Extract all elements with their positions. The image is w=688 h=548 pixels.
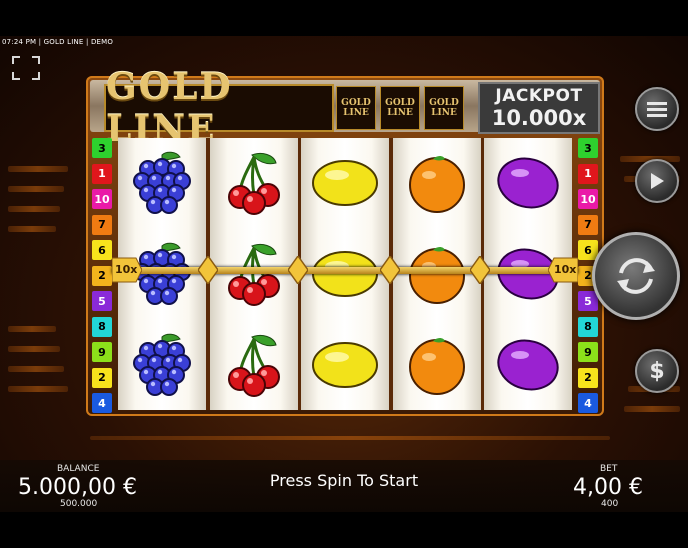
payline-number: 9 — [92, 342, 112, 362]
lemon-icon — [301, 229, 389, 319]
balance-credits: 500.000 — [60, 499, 98, 509]
autoplay-button[interactable] — [635, 159, 679, 203]
payline-number: 8 — [92, 316, 112, 337]
payline-number: 1 — [92, 163, 112, 184]
multiplier-cap-label: 10x — [554, 263, 577, 276]
payline-number: 10 — [578, 189, 598, 209]
payline-number: 2 — [92, 265, 112, 286]
mini-logo: GOLD LINE — [424, 86, 464, 130]
payline-number: 3 — [92, 138, 112, 158]
payline-number: 6 — [92, 240, 112, 260]
payline-number: 1 — [578, 163, 598, 184]
grapes-icon — [118, 138, 206, 228]
lemon-icon — [301, 138, 389, 228]
mini-logo: GOLD LINE — [380, 86, 420, 130]
reel — [209, 138, 298, 410]
payline-diamond-icon — [380, 256, 400, 284]
payline-number: 4 — [92, 393, 112, 413]
cherries-icon — [210, 229, 298, 319]
dollar-icon: $ — [649, 358, 665, 384]
multiplier-cap-left: 10x — [111, 254, 143, 286]
payline-number: 4 — [578, 393, 598, 413]
orange-icon — [393, 229, 481, 319]
bet-label: BET — [600, 464, 618, 474]
menu-icon — [647, 102, 667, 117]
lemon-icon — [301, 320, 389, 410]
payline-diamond-icon — [198, 256, 218, 284]
jackpot-label: JACKPOT — [495, 86, 583, 106]
payline-number: 2 — [578, 367, 598, 388]
payline-number: 5 — [92, 291, 112, 311]
game-logo: GOLD LINE — [104, 66, 334, 150]
cherries-icon — [210, 320, 298, 410]
mini-logo: GOLD LINE — [336, 86, 376, 130]
spin-icon — [617, 258, 655, 294]
logo-title: GOLD LINE — [106, 66, 233, 150]
orange-icon — [393, 138, 481, 228]
payline-number: 10 — [92, 189, 112, 209]
reel — [392, 138, 481, 410]
cherries-icon — [210, 138, 298, 228]
payline-diamond-icon — [470, 256, 490, 284]
status-bar: 07:24 PM | GOLD LINE | DEMO — [2, 38, 114, 46]
orange-icon — [393, 320, 481, 410]
play-icon — [651, 173, 664, 189]
payline-number: 9 — [578, 342, 598, 362]
active-payline — [112, 267, 578, 274]
jackpot-value: 10.000x — [491, 106, 587, 130]
multiplier-cap-label: 10x — [115, 263, 138, 276]
payline-number: 7 — [578, 214, 598, 235]
menu-button[interactable] — [635, 87, 679, 131]
payline-diamond-icon — [288, 256, 308, 284]
reel — [301, 138, 389, 410]
plum-icon — [484, 320, 572, 410]
jackpot-display: JACKPOT 10.000x — [478, 82, 600, 134]
fullscreen-icon[interactable] — [12, 56, 40, 80]
bet-button[interactable]: $ — [635, 349, 679, 393]
payline-number: 8 — [578, 316, 598, 337]
plum-icon — [484, 138, 572, 228]
bet-credits: 400 — [601, 499, 619, 509]
payline-number: 2 — [92, 367, 112, 388]
payline-number: 3 — [578, 138, 598, 158]
bet-value: 4,00 € — [573, 475, 643, 500]
payline-number: 7 — [92, 214, 112, 235]
multiplier-cap-right: 10x — [547, 254, 579, 286]
grapes-icon — [118, 320, 206, 410]
spin-button[interactable] — [592, 232, 680, 320]
reels — [118, 138, 572, 410]
